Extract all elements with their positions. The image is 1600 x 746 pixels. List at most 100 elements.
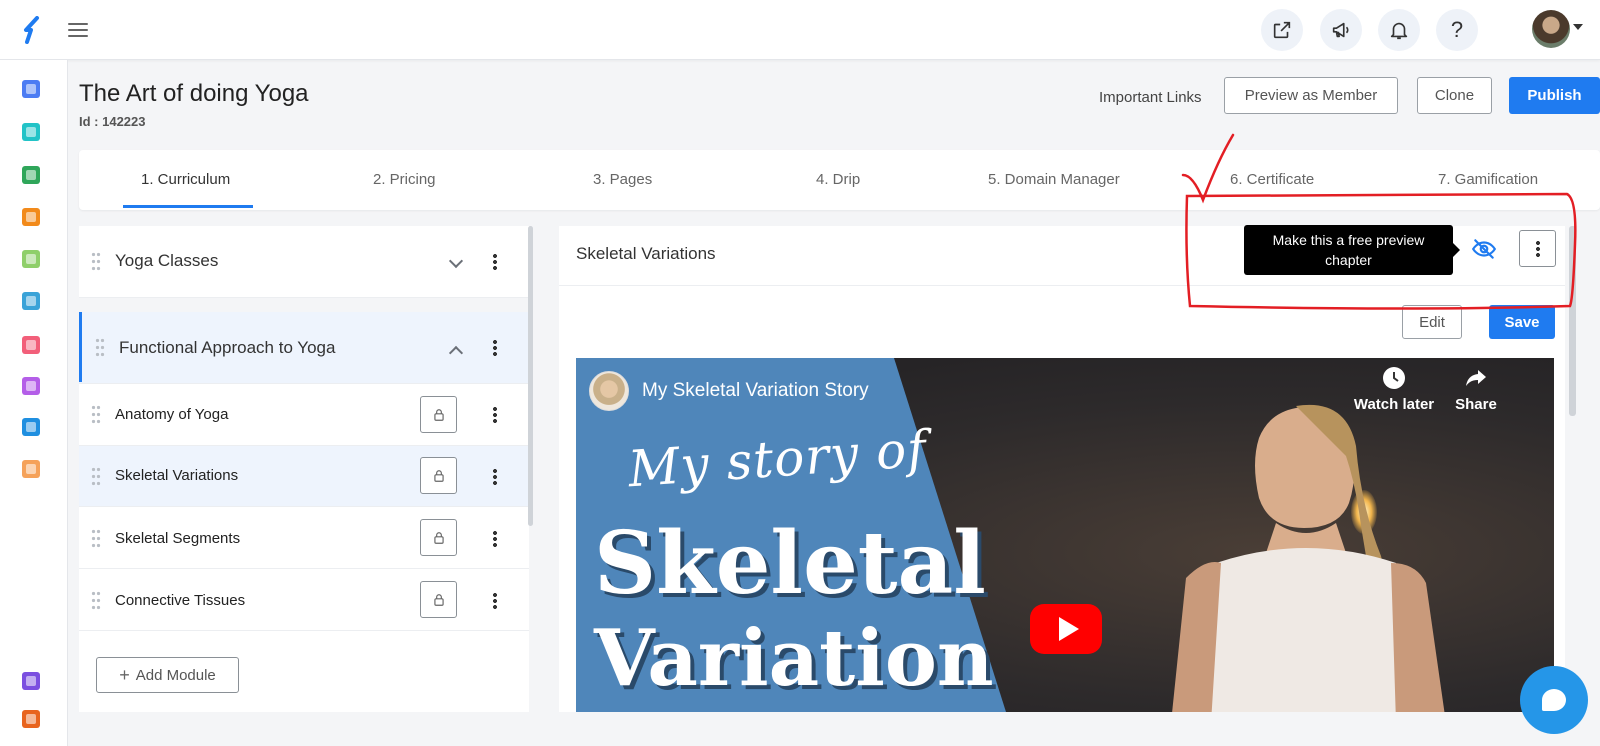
- active-tab-indicator: [123, 205, 253, 208]
- important-links-link[interactable]: Important Links: [1099, 89, 1202, 106]
- apps-icon[interactable]: [22, 460, 40, 478]
- star-icon[interactable]: [22, 336, 40, 354]
- more-vertical-icon: [1535, 239, 1540, 258]
- lock-icon: [433, 531, 444, 544]
- drag-handle-icon[interactable]: [95, 337, 105, 359]
- module-row[interactable]: Functional Approach to Yoga: [79, 312, 529, 384]
- more-vertical-icon[interactable]: [493, 530, 497, 548]
- active-module-indicator: [79, 312, 82, 382]
- chapter-label: Connective Tissues: [115, 592, 246, 609]
- hamburger-menu-icon[interactable]: [66, 18, 90, 42]
- caret-down-icon[interactable]: [1573, 24, 1583, 30]
- free-preview-tooltip: Make this a free preview chapter: [1244, 225, 1460, 275]
- module-label: Yoga Classes: [115, 251, 219, 270]
- share-button[interactable]: Share: [1431, 366, 1521, 413]
- eye-off-icon[interactable]: [1471, 236, 1497, 262]
- drag-handle-icon[interactable]: [91, 590, 101, 612]
- lock-button[interactable]: [420, 396, 457, 433]
- chapter-row-selected[interactable]: Skeletal Variations: [79, 446, 529, 507]
- presenter-figure: [1172, 404, 1445, 712]
- help-icon[interactable]: ?: [1436, 9, 1478, 51]
- more-vertical-icon[interactable]: [493, 253, 497, 271]
- bell-icon[interactable]: [1378, 9, 1420, 51]
- module-label: Functional Approach to Yoga: [119, 338, 336, 357]
- tab-pricing[interactable]: 2. Pricing: [373, 171, 436, 188]
- chapter-title: Skeletal Variations: [576, 244, 716, 263]
- tab-gamification[interactable]: 7. Gamification: [1438, 171, 1538, 188]
- page-title: The Art of doing Yoga: [79, 80, 309, 107]
- thumbnail-big-text: Variation: [594, 613, 994, 704]
- channel-avatar[interactable]: [589, 371, 629, 411]
- more-vertical-icon[interactable]: [493, 592, 497, 610]
- chat-widget-button[interactable]: [1520, 666, 1588, 734]
- thumbnail-big-text: Skeletal: [594, 513, 986, 614]
- chapter-label: Skeletal Segments: [115, 530, 241, 547]
- lock-button[interactable]: [420, 457, 457, 494]
- video-player[interactable]: My Skeletal Variation Story Watch later …: [576, 358, 1554, 712]
- detail-scrollbar[interactable]: [1569, 226, 1576, 416]
- grid-icon[interactable]: [22, 250, 40, 268]
- chevron-up-icon[interactable]: [448, 345, 464, 361]
- module-row[interactable]: Yoga Classes: [79, 226, 529, 298]
- tab-drip[interactable]: 4. Drip: [816, 171, 860, 188]
- module-divider: [79, 298, 529, 312]
- more-vertical-icon[interactable]: [493, 468, 497, 486]
- curriculum-list: Yoga Classes Functional Approach to Yoga…: [79, 226, 529, 712]
- watch-later-label: Watch later: [1353, 396, 1435, 413]
- add-module-label: Add Module: [135, 666, 216, 684]
- preview-as-member-button[interactable]: Preview as Member: [1224, 77, 1398, 114]
- save-button[interactable]: Save: [1489, 305, 1555, 339]
- lock-button[interactable]: [420, 519, 457, 556]
- tab-domain-manager[interactable]: 5. Domain Manager: [988, 171, 1120, 188]
- plus-icon: +: [119, 664, 130, 685]
- left-sidebar: [0, 60, 68, 746]
- gift-icon[interactable]: [22, 710, 40, 728]
- chevron-down-icon[interactable]: [448, 253, 464, 269]
- tab-curriculum[interactable]: 1. Curriculum: [141, 171, 230, 188]
- drag-handle-icon[interactable]: [91, 466, 101, 488]
- clone-button[interactable]: Clone: [1417, 77, 1492, 114]
- watch-later-button[interactable]: Watch later: [1349, 366, 1439, 413]
- youtube-play-button[interactable]: [1030, 604, 1102, 654]
- video-title[interactable]: My Skeletal Variation Story: [642, 380, 869, 402]
- user-avatar[interactable]: [1532, 10, 1570, 48]
- lock-button[interactable]: [420, 581, 457, 618]
- dashboard-icon[interactable]: [22, 80, 40, 98]
- external-link-icon[interactable]: [1261, 9, 1303, 51]
- calendar-icon[interactable]: [22, 672, 40, 690]
- share-label: Share: [1455, 396, 1497, 413]
- chart-icon[interactable]: [22, 292, 40, 310]
- help-glyph: ?: [1450, 17, 1464, 42]
- tab-certificate[interactable]: 6. Certificate: [1230, 171, 1314, 188]
- course-tabs: 1. Curriculum 2. Pricing 3. Pages 4. Dri…: [79, 150, 1600, 210]
- book-icon[interactable]: [22, 208, 40, 226]
- edit-button[interactable]: Edit: [1402, 305, 1462, 339]
- megaphone-icon[interactable]: [1320, 9, 1362, 51]
- share-icon: [1466, 370, 1486, 386]
- list-scrollbar[interactable]: [528, 226, 533, 526]
- course-id: Id : 142223: [79, 114, 146, 129]
- users-icon[interactable]: [22, 123, 40, 141]
- globe-icon[interactable]: [22, 166, 40, 184]
- drag-handle-icon[interactable]: [91, 251, 101, 273]
- chapter-header: Skeletal Variations Make this a free pre…: [559, 225, 1565, 286]
- app-logo-icon[interactable]: [20, 16, 44, 44]
- publish-button[interactable]: Publish: [1509, 77, 1600, 114]
- drag-handle-icon[interactable]: [91, 404, 101, 426]
- pie-icon[interactable]: [22, 418, 40, 436]
- chapter-row[interactable]: Skeletal Segments: [79, 507, 529, 569]
- tab-pages[interactable]: 3. Pages: [593, 171, 652, 188]
- chapter-row[interactable]: Anatomy of Yoga: [79, 384, 529, 446]
- chapter-row[interactable]: Connective Tissues: [79, 569, 529, 631]
- chapter-label: Skeletal Variations: [115, 467, 239, 484]
- lock-icon: [433, 469, 444, 482]
- add-module-button[interactable]: + Add Module: [96, 657, 239, 693]
- top-bar: ?: [0, 0, 1600, 60]
- chapter-more-button[interactable]: [1519, 230, 1556, 267]
- clock-icon: [1383, 367, 1405, 389]
- more-vertical-icon[interactable]: [493, 406, 497, 424]
- drag-handle-icon[interactable]: [91, 528, 101, 550]
- lock-icon: [433, 408, 444, 421]
- more-vertical-icon[interactable]: [493, 339, 497, 357]
- settings-icon[interactable]: [22, 377, 40, 395]
